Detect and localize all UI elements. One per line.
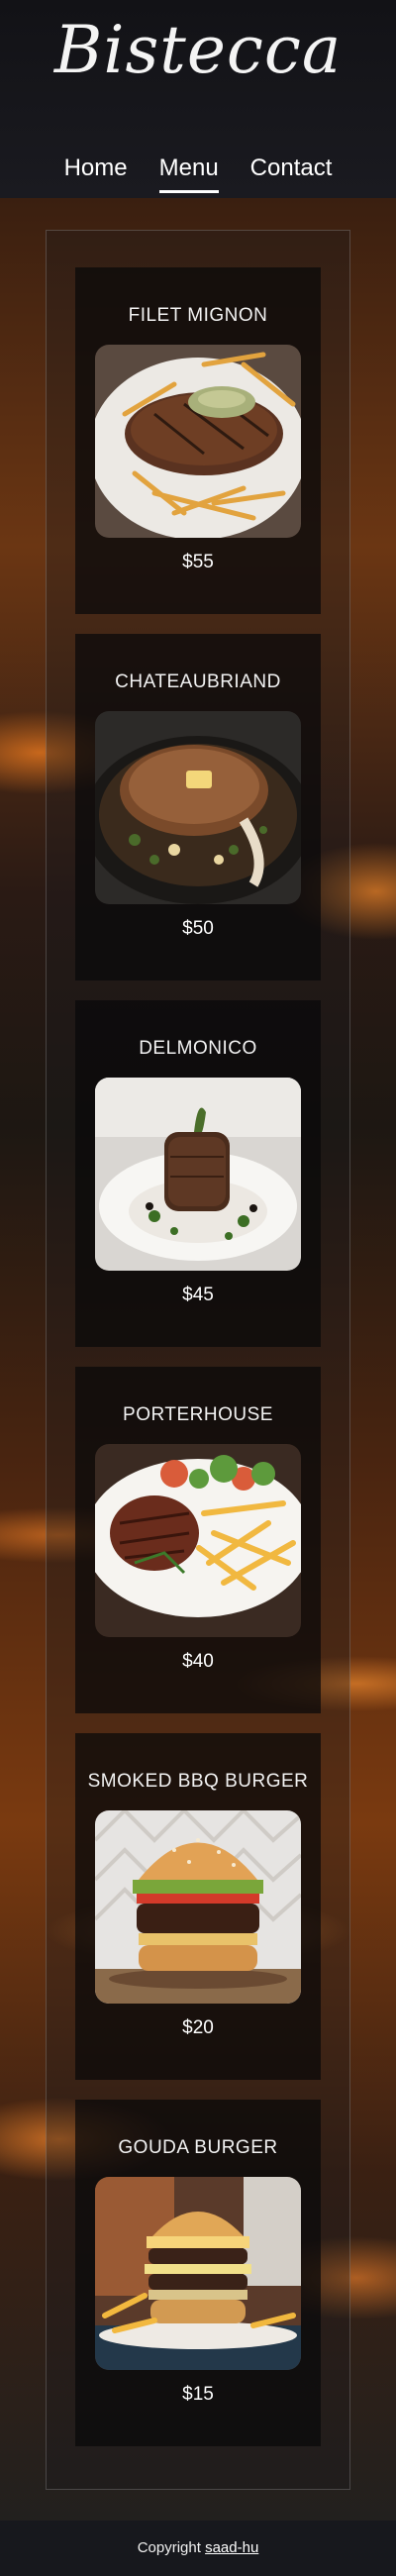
menu-item-price: $50	[182, 918, 214, 939]
menu-item-name: FILET MIGNON	[128, 305, 268, 326]
menu-card: GOUDA BURGER $15	[75, 2100, 321, 2446]
menu-item-price: $55	[182, 552, 214, 572]
footer-copyright-text: Copyright	[137, 2539, 201, 2556]
menu-item-photo	[95, 711, 301, 904]
menu-item-name: PORTERHOUSE	[123, 1404, 273, 1425]
brand-logo[interactable]: Bistecca	[0, 12, 396, 88]
main-nav: Home Menu Contact	[0, 155, 396, 193]
menu-item-price: $20	[182, 2017, 214, 2038]
menu-item-photo	[95, 2177, 301, 2370]
menu-card: SMOKED BBQ BURGER $20	[75, 1733, 321, 2080]
site-header: Bistecca Home Menu Contact	[0, 0, 396, 198]
menu-item-price: $45	[182, 1285, 214, 1305]
menu-item-photo	[95, 1444, 301, 1637]
menu-card: DELMONICO $45	[75, 1000, 321, 1347]
menu-item-price: $40	[182, 1651, 214, 1672]
menu-item-name: CHATEAUBRIAND	[115, 671, 281, 692]
site-footer: Copyright saad-hu	[0, 2521, 396, 2576]
menu-card: FILET MIGNON $55	[75, 267, 321, 614]
nav-contact-link[interactable]: Contact	[250, 155, 333, 193]
menu-item-name: GOUDA BURGER	[118, 2137, 278, 2158]
menu-item-photo	[95, 1810, 301, 2004]
menu-card: PORTERHOUSE $40	[75, 1367, 321, 1713]
menu-item-photo	[95, 345, 301, 538]
nav-home-link[interactable]: Home	[64, 155, 128, 193]
nav-menu-link[interactable]: Menu	[158, 155, 219, 193]
menu-item-name: SMOKED BBQ BURGER	[87, 1771, 309, 1792]
menu-item-photo	[95, 1078, 301, 1271]
menu-item-price: $15	[182, 2384, 214, 2405]
footer-author-link[interactable]: saad-hu	[205, 2539, 258, 2556]
menu-card: CHATEAUBRIAND $50	[75, 634, 321, 980]
menu-item-name: DELMONICO	[139, 1038, 257, 1059]
